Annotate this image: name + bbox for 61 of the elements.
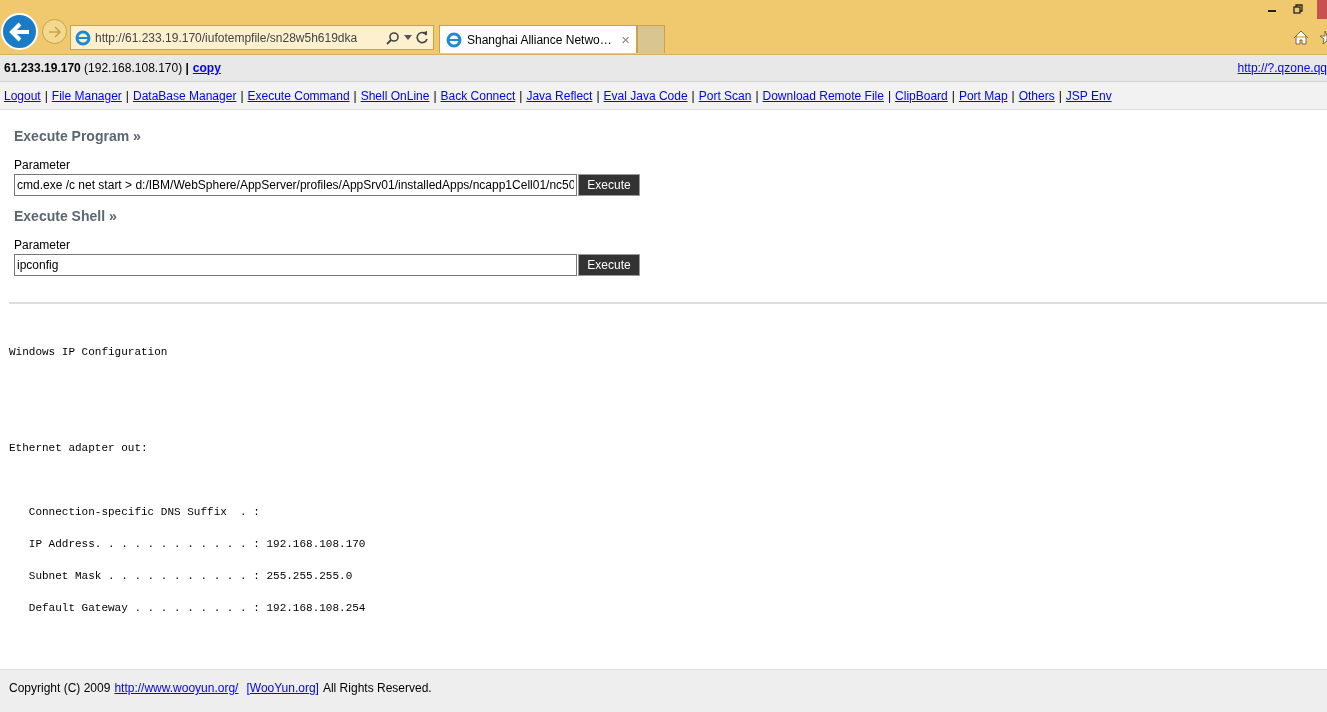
host-address: 61.233.19.170 (192.168.108.170) | bbox=[4, 61, 189, 75]
menu-link[interactable]: Port Map bbox=[958, 88, 1008, 103]
execute-button[interactable]: Execute bbox=[578, 254, 640, 276]
menu-link[interactable]: JSP Env bbox=[1065, 88, 1112, 103]
menu-link[interactable]: Logout bbox=[4, 88, 41, 103]
favorites-button[interactable] bbox=[1317, 30, 1327, 46]
browser-logo-icon bbox=[446, 31, 462, 48]
separator: | bbox=[353, 88, 357, 103]
separator: | bbox=[1058, 88, 1062, 103]
external-link[interactable]: http://?.qzone.qq bbox=[1237, 61, 1327, 75]
restore-icon bbox=[1293, 4, 1303, 14]
menu-link[interactable]: Eval Java Code bbox=[603, 88, 688, 103]
copyright-text: Copyright (C) 2009 bbox=[9, 681, 111, 695]
separator: | bbox=[596, 88, 600, 103]
tab-close-button[interactable]: × bbox=[621, 32, 630, 47]
search-icon[interactable] bbox=[386, 30, 400, 45]
separator: | bbox=[240, 88, 244, 103]
menu-link[interactable]: Execute Command bbox=[247, 88, 350, 103]
url-text: http://61.233.19.170/iufotempfile/sn28w5h619dka bbox=[95, 30, 359, 45]
copy-link[interactable]: copy bbox=[192, 61, 221, 75]
home-button[interactable] bbox=[1293, 30, 1309, 46]
menu-link[interactable]: Port Scan bbox=[698, 88, 752, 103]
parameter-input[interactable]: cmd.exe /c net start > d:/IBM/WebSphere/AppServer/profiles/AppSrv01/installedApps/ncapp1Cell01/nc50 bbox=[14, 174, 577, 196]
tab-title: Shanghai Alliance Netwo… bbox=[467, 32, 613, 47]
footer-link[interactable]: http://www.wooyun.org/ bbox=[114, 681, 239, 695]
menu-link[interactable]: ClipBoard bbox=[895, 88, 948, 103]
parameter-input[interactable]: ipconfig bbox=[14, 254, 577, 276]
separator: | bbox=[44, 88, 48, 103]
browser-logo-icon bbox=[75, 29, 91, 46]
menu-link[interactable]: Shell OnLine bbox=[360, 88, 430, 103]
separator: | bbox=[519, 88, 523, 103]
separator: | bbox=[887, 88, 892, 103]
menu-link[interactable]: File Manager bbox=[51, 88, 122, 103]
address-bar[interactable]: http://61.233.19.170/iufotempfile/sn28w5h619dka bbox=[70, 25, 434, 50]
arrow-right-icon bbox=[47, 25, 62, 38]
section-title: Execute Shell » bbox=[14, 208, 118, 224]
separator: | bbox=[1011, 88, 1015, 103]
home-icon bbox=[1293, 30, 1309, 45]
field-label: Parameter bbox=[14, 158, 72, 172]
field-label: Parameter bbox=[14, 238, 72, 252]
menu-link[interactable]: DataBase Manager bbox=[133, 88, 237, 103]
menu-link[interactable]: Java Reflect bbox=[526, 88, 593, 103]
command-output: Windows IP Configuration Ethernet adapter out: Connection-specific DNS Suffix . : IP Address. . . . . . . . . . . . : 192.168.108.170 Subnet Mask . . . . . . . . . . . : 255.255.255.0 Default Gateway . . . . . . . . . : 192.168.108.254 bbox=[9, 345, 367, 616]
arrow-left-icon bbox=[8, 21, 31, 42]
footer-link[interactable]: [WooYun.org] bbox=[246, 681, 319, 695]
separator: | bbox=[691, 88, 695, 103]
separator: | bbox=[951, 88, 955, 103]
section-title: Execute Program » bbox=[14, 128, 142, 144]
refresh-icon[interactable] bbox=[416, 31, 429, 44]
menu-link[interactable]: Download Remote File bbox=[762, 88, 884, 103]
star-icon bbox=[1317, 30, 1327, 46]
separator: | bbox=[125, 88, 129, 103]
execute-button[interactable]: Execute bbox=[578, 174, 640, 196]
back-button[interactable] bbox=[1, 13, 38, 50]
separator: | bbox=[433, 88, 437, 103]
rights-text: All Rights Reserved. bbox=[322, 681, 432, 695]
separator: | bbox=[755, 88, 759, 103]
caret-icon[interactable] bbox=[404, 35, 412, 40]
browser-tab[interactable]: Shanghai Alliance Netwo… × bbox=[439, 25, 637, 53]
menu-link[interactable]: Back Connect bbox=[440, 88, 516, 103]
menu-link[interactable]: Others bbox=[1018, 88, 1055, 103]
